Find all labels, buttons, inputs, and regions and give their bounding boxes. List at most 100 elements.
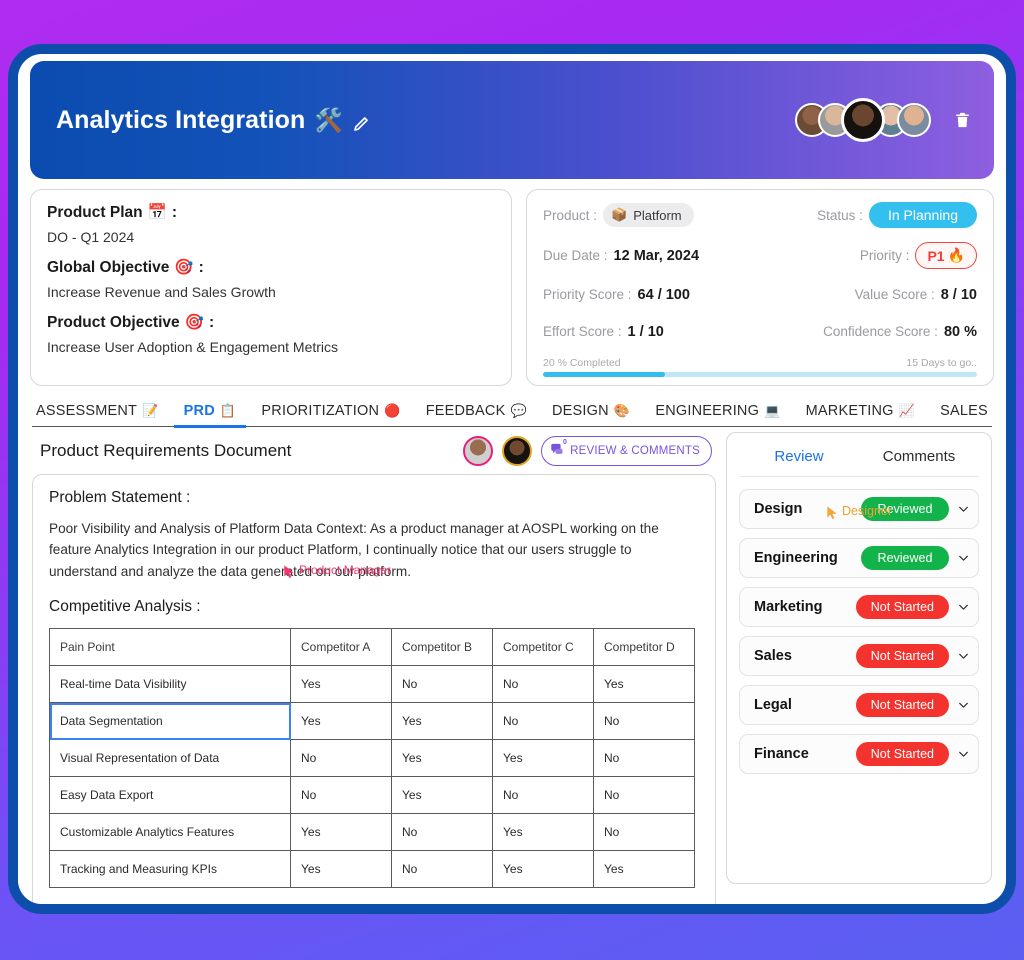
collaborator-avatars[interactable] xyxy=(795,98,931,142)
review-status-badge[interactable]: Reviewed xyxy=(861,546,949,570)
page-title-text: Analytics Integration xyxy=(56,106,305,135)
review-status-badge[interactable]: Not Started xyxy=(856,595,949,619)
product-objective-heading: Product Objective 🎯 : xyxy=(47,313,495,332)
table-cell-value[interactable]: No xyxy=(493,666,594,703)
review-item-engineering[interactable]: EngineeringReviewed xyxy=(739,538,979,578)
tab-label: ENGINEERING xyxy=(655,403,759,419)
avatar[interactable] xyxy=(502,436,532,466)
review-item-design[interactable]: DesignDesignerReviewed xyxy=(739,489,979,529)
table-cell-pain-point[interactable]: Data Segmentation xyxy=(50,703,291,740)
table-cell-value[interactable]: No xyxy=(291,777,392,814)
review-status-badge[interactable]: Not Started xyxy=(856,742,949,766)
table-column-header: Pain Point xyxy=(50,629,291,666)
avatar[interactable] xyxy=(897,103,931,137)
table-cell-value[interactable]: No xyxy=(493,703,594,740)
table-cell-value[interactable]: Yes xyxy=(594,851,695,888)
chevron-down-icon[interactable] xyxy=(957,503,970,516)
table-cell-value[interactable]: No xyxy=(594,777,695,814)
table-cell-value[interactable]: No xyxy=(594,814,695,851)
meta-row-due-priority: Due Date : 12 Mar, 2024 Priority : P1 🔥 xyxy=(543,242,977,269)
review-tab-review[interactable]: Review xyxy=(739,433,859,476)
avatar-active[interactable] xyxy=(841,98,885,142)
review-item-label: Legal xyxy=(754,697,792,713)
chevron-down-icon[interactable] xyxy=(957,748,970,761)
table-cell-value[interactable]: Yes xyxy=(291,703,392,740)
competitive-analysis-table: Pain PointCompetitor ACompetitor BCompet… xyxy=(49,628,695,888)
table-cell-pain-point[interactable]: Real-time Data Visibility xyxy=(50,666,291,703)
edit-title-icon[interactable] xyxy=(352,111,370,129)
delete-icon[interactable] xyxy=(953,109,972,131)
package-icon: 📦 xyxy=(611,207,627,223)
product-plan-label: Product Plan xyxy=(47,204,143,222)
tab-assessment[interactable]: ASSESSMENT📝 xyxy=(34,399,161,426)
table-cell-value[interactable]: No xyxy=(493,777,594,814)
table-cell-pain-point[interactable]: Easy Data Export xyxy=(50,777,291,814)
table-cell-value[interactable]: No xyxy=(594,703,695,740)
table-cell-value[interactable]: No xyxy=(392,814,493,851)
tab-sales[interactable]: SALES xyxy=(938,399,990,426)
avatar[interactable] xyxy=(463,436,493,466)
table-cell-pain-point[interactable]: Customizable Analytics Features xyxy=(50,814,291,851)
review-status-badge[interactable]: Not Started xyxy=(856,644,949,668)
table-cell-value[interactable]: No xyxy=(594,740,695,777)
chevron-down-icon[interactable] xyxy=(957,650,970,663)
table-cell-pain-point[interactable]: Visual Representation of Data xyxy=(50,740,291,777)
status-badge[interactable]: In Planning xyxy=(869,202,977,228)
tab-label: SALES xyxy=(940,403,988,419)
review-and-comments-button[interactable]: 0 REVIEW & COMMENTS xyxy=(541,436,712,466)
table-cell-value[interactable]: No xyxy=(392,666,493,703)
table-cell-value[interactable]: Yes xyxy=(291,851,392,888)
review-item-finance[interactable]: FinanceNot Started xyxy=(739,734,979,774)
tab-marketing[interactable]: MARKETING📈 xyxy=(804,399,917,426)
value-score-label: Value Score : xyxy=(855,287,935,302)
table-cell-value[interactable]: Yes xyxy=(291,666,392,703)
review-item-legal[interactable]: Legal Not Started xyxy=(739,685,979,725)
table-cell-pain-point[interactable]: Tracking and Measuring KPIs xyxy=(50,851,291,888)
product-chip[interactable]: 📦 Platform xyxy=(603,203,694,227)
table-cell-value[interactable]: Yes xyxy=(291,814,392,851)
effort-score-label: Effort Score : xyxy=(543,324,622,339)
chevron-down-icon[interactable] xyxy=(957,601,970,614)
tab-design[interactable]: DESIGN🎨 xyxy=(550,399,632,426)
product-label: Product : xyxy=(543,208,597,223)
priority-value: P1 xyxy=(927,248,944,264)
tab-engineering[interactable]: ENGINEERING💻 xyxy=(653,399,782,426)
progress-labels: 20 % Completed 15 Days to go.. xyxy=(543,357,977,369)
review-status-badge[interactable]: Not Started xyxy=(856,693,949,717)
table-cell-value[interactable]: Yes xyxy=(392,777,493,814)
review-status-badge[interactable]: Reviewed xyxy=(861,497,949,521)
table-cell-value[interactable]: Yes xyxy=(493,814,594,851)
main-tabs: ASSESSMENT📝 PRD📋 PRIORITIZATION🔴 FEEDBACK💬 D… xyxy=(32,399,992,427)
meta-card: Product : 📦 Platform Status : In Plannin… xyxy=(526,189,994,386)
review-panel-tabs: ReviewComments xyxy=(739,433,979,477)
review-item-label: Design xyxy=(754,501,802,517)
table-cell-value[interactable]: Yes xyxy=(594,666,695,703)
table-cell-value[interactable]: Yes xyxy=(392,740,493,777)
tab-prd[interactable]: PRD📋 xyxy=(182,399,239,426)
document-card: Problem Statement : Poor Visibility and … xyxy=(32,474,716,904)
review-item-marketing[interactable]: MarketingNot Started xyxy=(739,587,979,627)
fire-icon: 🔥 xyxy=(948,247,965,264)
header-actions xyxy=(795,98,972,142)
table-cell-value[interactable]: Yes xyxy=(493,851,594,888)
review-item-sales[interactable]: SalesNot Started xyxy=(739,636,979,676)
tab-emoji-icon: 🔴 xyxy=(384,403,400,419)
chevron-down-icon[interactable] xyxy=(957,699,970,712)
table-row: Data SegmentationYesYesNoNo xyxy=(50,703,695,740)
content-area: Product Requirements Document 0 REVIEW &… xyxy=(32,427,992,904)
comment-icon: 0 xyxy=(550,442,565,460)
tab-feedback[interactable]: FEEDBACK💬 xyxy=(424,399,529,426)
document-header-actions: 0 REVIEW & COMMENTS xyxy=(463,436,712,466)
table-cell-value[interactable]: No xyxy=(392,851,493,888)
review-tab-comments[interactable]: Comments xyxy=(859,433,979,476)
priority-badge[interactable]: P1 🔥 xyxy=(915,242,977,269)
colon: : xyxy=(199,259,204,277)
product-plan-value: DO - Q1 2024 xyxy=(47,229,495,245)
chevron-down-icon[interactable] xyxy=(957,552,970,565)
progress-bar-fill xyxy=(543,372,665,377)
table-cell-value[interactable]: No xyxy=(291,740,392,777)
product-field: Product : 📦 Platform xyxy=(543,203,694,227)
table-cell-value[interactable]: Yes xyxy=(392,703,493,740)
table-cell-value[interactable]: Yes xyxy=(493,740,594,777)
tab-prioritization[interactable]: PRIORITIZATION🔴 xyxy=(259,399,402,426)
